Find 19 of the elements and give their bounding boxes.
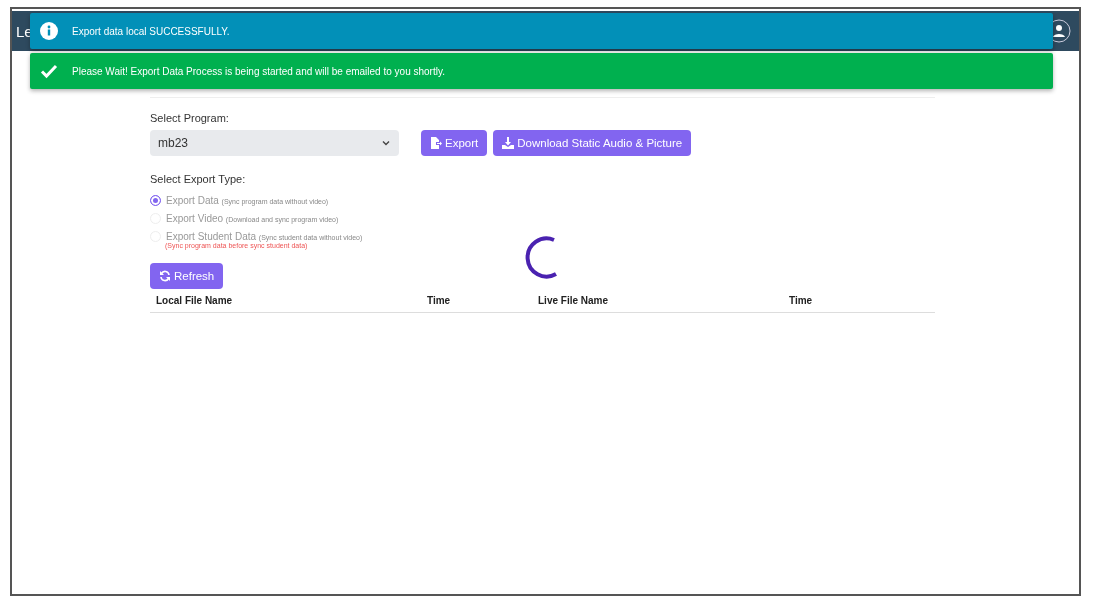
download-icon bbox=[502, 137, 515, 149]
export-button[interactable]: Export bbox=[421, 130, 488, 156]
field-label: Select Program: bbox=[150, 112, 230, 124]
radio-button[interactable] bbox=[150, 194, 161, 206]
chevron-down-icon bbox=[381, 138, 391, 148]
field-label: Select Export Type: bbox=[150, 173, 247, 185]
column-header: Time bbox=[427, 295, 452, 306]
column-header: Local File Name bbox=[156, 295, 234, 306]
program-dropdown[interactable]: mb23 bbox=[150, 130, 399, 156]
toast-message: Export data local SUCCESSFULLY. bbox=[72, 25, 230, 37]
toast-message: Please Wait! Export Data Process is being started and will be emailed to you shortly. bbox=[72, 65, 445, 77]
column-header: Time bbox=[789, 295, 814, 306]
info-icon bbox=[40, 22, 58, 40]
file-export-icon bbox=[430, 137, 442, 149]
column-header: Live File Name bbox=[538, 295, 610, 306]
refresh-button[interactable]: Refresh bbox=[150, 263, 224, 289]
refresh-icon bbox=[159, 270, 171, 282]
checkmark-icon bbox=[40, 62, 58, 80]
download-button[interactable]: Download Static Audio & Picture bbox=[493, 130, 692, 156]
